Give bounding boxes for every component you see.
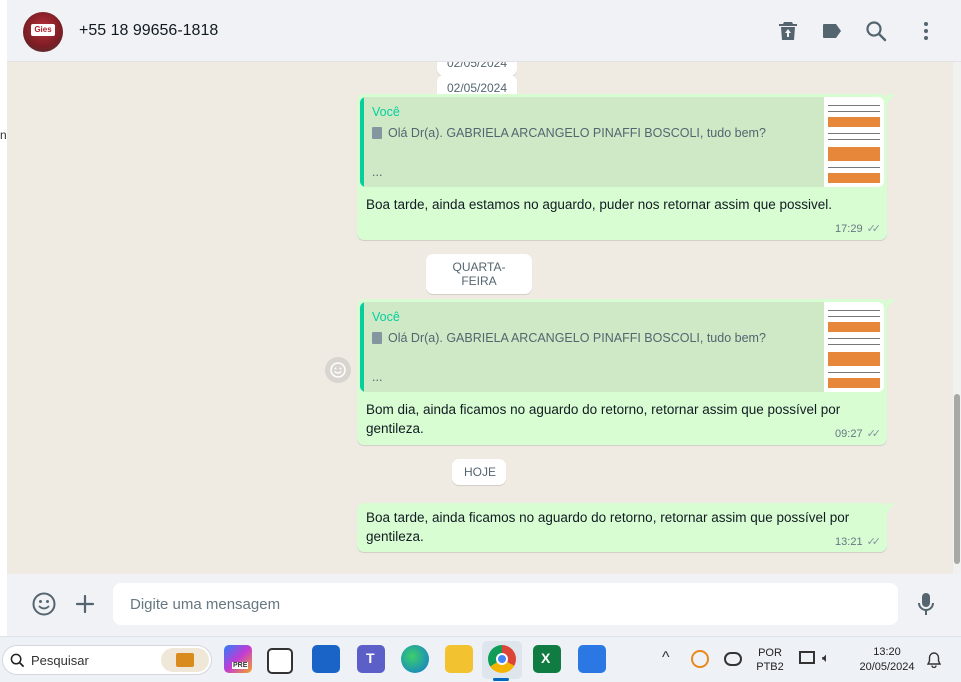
- avatar-logo-text: Gies: [31, 24, 55, 36]
- chrome-icon[interactable]: [488, 645, 516, 673]
- document-thumbnail: [824, 302, 884, 392]
- windows-taskbar: Pesquisar PRE T X ^ POR PTB2 🔈︎ 13:20 20…: [0, 636, 961, 682]
- outgoing-message[interactable]: Você Olá Dr(a). GABRIELA ARCANGELO PINAF…: [357, 94, 895, 240]
- bubble-tail: [887, 503, 895, 513]
- quote-preview: Olá Dr(a). GABRIELA ARCANGELO PINAFFI BO…: [388, 331, 766, 345]
- message-meta: 09:27 ✓✓: [835, 427, 882, 440]
- document-icon: [372, 332, 382, 344]
- more-options-icon[interactable]: [914, 19, 938, 43]
- chrome-center: [496, 653, 508, 665]
- message-text: Boa tarde, ainda ficamos no aguardo do r…: [366, 508, 849, 546]
- bubble-tail: [887, 299, 895, 309]
- message-meta: 13:21 ✓✓: [835, 535, 882, 548]
- file-explorer-icon[interactable]: [445, 645, 473, 673]
- teams-icon[interactable]: T: [357, 645, 385, 673]
- language-line: PTB2: [756, 661, 784, 673]
- quote-ellipsis: ...: [372, 370, 383, 384]
- date-separator-top: 02/05/2024: [437, 62, 517, 76]
- quote-accent-bar: [360, 302, 364, 392]
- message-text: Boa tarde, ainda estamos no aguardo, pud…: [366, 197, 833, 212]
- quote-preview: Olá Dr(a). GABRIELA ARCANGELO PINAFFI BO…: [388, 126, 766, 140]
- clock-date: 20/05/2024: [859, 661, 915, 673]
- message-time: 09:27: [835, 428, 863, 440]
- briefcase-icon: [176, 653, 194, 667]
- document-icon: [372, 127, 382, 139]
- date-separator: QUARTA-FEIRA: [426, 254, 532, 294]
- contact-name[interactable]: +55 18 99656-1818: [79, 22, 218, 40]
- network-icon[interactable]: [799, 651, 815, 664]
- message-time: 17:29: [835, 223, 863, 235]
- excel-glyph: X: [541, 650, 551, 666]
- message-text-line: Bom dia, ainda ficamos no aguardo do ret…: [366, 402, 841, 417]
- quote-author: Você: [372, 105, 400, 119]
- delete-icon[interactable]: [776, 19, 800, 43]
- clock[interactable]: 13:20 20/05/2024: [852, 645, 922, 675]
- chat-area[interactable]: 02/05/2024 02/05/2024 Você Olá Dr(a). GA…: [7, 62, 953, 574]
- double-check-icon: ✓✓: [866, 223, 882, 235]
- emoji-icon[interactable]: [31, 591, 57, 617]
- message-meta: 17:29 ✓✓: [835, 222, 882, 235]
- double-check-icon: ✓✓: [866, 536, 882, 548]
- message-input-placeholder: Digite uma mensagem: [130, 596, 281, 613]
- search-icon[interactable]: [864, 19, 888, 43]
- copilot-icon[interactable]: PRE: [224, 645, 252, 673]
- message-text-line: gentileza.: [366, 421, 424, 436]
- scrollbar-thumb[interactable]: [954, 394, 960, 564]
- date-separator: HOJE: [452, 459, 506, 485]
- emoji-reaction-icon[interactable]: [325, 357, 351, 383]
- cloud-offline-icon[interactable]: [724, 652, 742, 666]
- microphone-icon[interactable]: [914, 591, 938, 617]
- avatar[interactable]: Gies: [23, 12, 63, 52]
- taskbar-search[interactable]: Pesquisar: [2, 645, 212, 675]
- left-panel-fragment: n: [0, 128, 7, 142]
- outgoing-message[interactable]: Você Olá Dr(a). GABRIELA ARCANGELO PINAF…: [357, 299, 895, 445]
- task-view-icon[interactable]: [267, 648, 293, 674]
- volume-icon[interactable]: 🔈︎: [822, 650, 830, 666]
- sync-icon[interactable]: [691, 650, 709, 668]
- attach-plus-icon[interactable]: [73, 592, 97, 616]
- outgoing-message[interactable]: Boa tarde, ainda ficamos no aguardo do r…: [357, 503, 895, 552]
- edge-icon[interactable]: [401, 645, 429, 673]
- label-icon[interactable]: [820, 19, 844, 43]
- microsoft-store-icon[interactable]: [312, 645, 340, 673]
- copilot-pre-badge: PRE: [232, 662, 249, 669]
- notepad-icon[interactable]: [578, 645, 606, 673]
- excel-icon[interactable]: X: [533, 645, 561, 673]
- taskbar-search-label: Pesquisar: [31, 653, 89, 668]
- document-thumbnail: [824, 97, 884, 187]
- chat-header: Gies +55 18 99656-1818: [7, 0, 961, 62]
- teams-glyph: T: [366, 650, 375, 666]
- search-highlight-badge: [161, 648, 209, 672]
- language-line: POR: [758, 647, 782, 659]
- message-text-line: Boa tarde, ainda ficamos no aguardo do r…: [366, 510, 850, 525]
- message-time: 13:21: [835, 536, 863, 548]
- message-composer: Digite uma mensagem: [7, 574, 961, 636]
- chat-scrollbar[interactable]: [953, 62, 961, 574]
- language-indicator[interactable]: POR PTB2: [754, 646, 786, 674]
- quote-author: Você: [372, 310, 400, 324]
- quote-ellipsis: ...: [372, 165, 383, 179]
- quoted-message[interactable]: Você Olá Dr(a). GABRIELA ARCANGELO PINAF…: [360, 97, 884, 187]
- message-text: Bom dia, ainda ficamos no aguardo do ret…: [366, 400, 840, 438]
- double-check-icon: ✓✓: [866, 428, 882, 440]
- bubble-tail: [887, 94, 895, 104]
- search-icon: [10, 653, 25, 668]
- chevron-up-icon[interactable]: ^: [662, 649, 670, 667]
- quote-accent-bar: [360, 97, 364, 187]
- message-text-line: gentileza.: [366, 529, 424, 544]
- message-input[interactable]: Digite uma mensagem: [113, 583, 898, 625]
- quoted-message[interactable]: Você Olá Dr(a). GABRIELA ARCANGELO PINAF…: [360, 302, 884, 392]
- notification-bell-icon[interactable]: [926, 651, 942, 668]
- clock-time: 13:20: [873, 646, 901, 658]
